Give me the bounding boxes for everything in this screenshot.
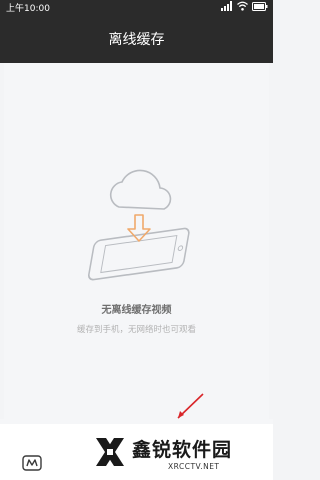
status-icons (221, 1, 268, 14)
watermark-logo-icon (94, 436, 126, 468)
content-area: 无离线缓存视频 缓存到手机，无网络时也可观看 (4, 63, 269, 419)
bottom-tab-bar: 鑫锐软件园 XRCCTV.NET (0, 424, 273, 480)
watermark: 鑫锐软件园 XRCCTV.NET (72, 424, 273, 480)
empty-state-subtitle: 缓存到手机，无网络时也可观看 (76, 325, 196, 335)
status-bar: 上午10:00 (0, 0, 273, 18)
wifi-icon (237, 0, 248, 18)
cloud-download-phone-icon (74, 163, 204, 283)
watermark-title: 鑫锐软件园 (132, 439, 233, 461)
page-title: 离线缓存 (108, 32, 165, 48)
battery-icon (252, 0, 268, 18)
video-tab-icon[interactable] (22, 454, 42, 472)
empty-state-title: 无离线缓存视频 (101, 305, 172, 316)
watermark-site: XRCCTV.NET (168, 462, 220, 471)
status-time: 上午10:00 (6, 4, 50, 14)
title-bar: 离线缓存 (0, 18, 273, 63)
annotation-mark (170, 392, 210, 422)
signal-icon (221, 0, 233, 18)
